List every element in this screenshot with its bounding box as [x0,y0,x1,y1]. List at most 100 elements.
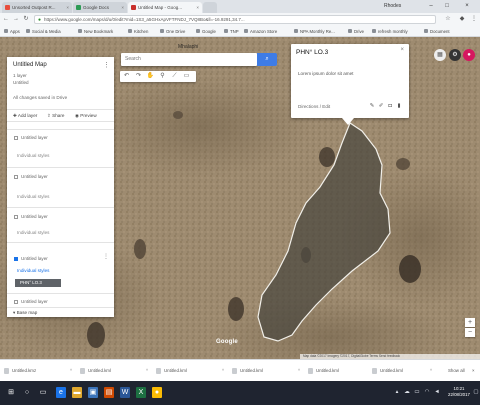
share-button[interactable]: ⇪ Share [47,113,64,119]
download-item[interactable]: Untitled.kml^ [80,366,150,376]
edit-icon[interactable]: ✐ [377,102,385,110]
back-icon[interactable]: ← [2,15,10,24]
layer-item[interactable]: Untitled layer [14,299,48,304]
feature-item[interactable]: PHN° LO.3 [15,279,61,287]
apps-grid-icon[interactable]: ▦ [434,49,446,61]
extension-icon[interactable]: ◆ [458,15,466,24]
redo-icon[interactable]: ↷ [133,71,144,82]
bookmark-item[interactable]: NPA Monthly Re... [294,28,335,35]
checkbox[interactable] [14,175,18,179]
map-toolbar: ↶ ↷ ✋ ⚲ ⟋ ▭ [120,71,196,82]
menu-icon[interactable]: ⋮ [470,15,478,24]
base-map-toggle[interactable]: ▾ Base map [13,310,37,316]
tab-close-icon[interactable]: × [196,2,199,13]
bookmark-item[interactable]: Amazon Store [244,28,277,35]
file-explorer-icon[interactable]: ▬ [72,387,82,398]
bookmark-item[interactable]: Document [424,28,450,35]
wifi-icon[interactable]: ◠ [423,388,431,396]
tab-close-icon[interactable]: × [121,2,124,13]
onedrive-icon[interactable]: ☁ [403,388,411,396]
tab-close-icon[interactable]: × [66,2,69,13]
checkbox[interactable] [14,257,18,261]
ruler-icon[interactable]: ▭ [181,71,192,82]
search-icon[interactable]: ○ [22,387,32,398]
close-shelf-icon[interactable]: × [472,366,475,376]
download-item[interactable]: Untitled.kml^ [156,366,226,376]
settings-icon[interactable]: ⚙ [449,49,461,61]
windows-start-icon[interactable]: ⊞ [6,387,16,398]
layer-options-icon[interactable]: ⋮ [103,253,109,260]
star-icon[interactable]: ☆ [444,15,452,24]
new-tab-button[interactable] [203,2,217,13]
download-item[interactable]: Untitled.kmz ^ [4,366,74,376]
layer-style[interactable]: Individual styles [17,194,49,199]
download-item[interactable]: Untitled.kml^ [308,366,378,376]
close-icon[interactable]: × [400,47,404,53]
checkbox[interactable] [14,215,18,219]
bookmark-item[interactable]: refresh monthly [372,28,408,35]
chrome-icon[interactable]: ● [152,387,162,398]
browser-tab[interactable]: Unsorted Outpost R... × [2,2,72,13]
notification-icon[interactable]: ▢ [472,388,480,396]
system-clock[interactable]: 10:21 22/08/2017 [447,386,471,398]
excel-icon[interactable]: X [136,387,146,398]
layer-item[interactable]: Untitled layer [14,256,48,261]
avatar[interactable]: ● [463,49,475,61]
line-icon[interactable]: ⟋ [169,71,180,82]
add-layer-button[interactable]: ✚ Add layer [13,113,37,119]
bookmark-item[interactable]: Drive [348,28,364,35]
task-view-icon[interactable]: ▭ [38,387,48,398]
hand-icon[interactable]: ✋ [145,71,156,82]
word-icon[interactable]: W [120,387,130,398]
reload-icon[interactable]: ↻ [22,15,30,24]
profile-name[interactable]: Rhodes [384,1,401,12]
maximize-icon[interactable]: □ [440,0,454,13]
volume-icon[interactable]: ◄ [433,388,441,396]
zoom-out-button[interactable]: − [465,328,475,337]
edge-icon[interactable]: e [56,387,66,398]
minimize-icon[interactable]: – [424,0,438,13]
popup-link[interactable]: Directions / Edit [298,104,330,109]
layer-item[interactable]: Untitled layer [14,135,48,140]
zoom-in-button[interactable]: + [465,318,475,327]
battery-icon[interactable]: ▭ [413,388,421,396]
office-icon[interactable]: ▤ [104,387,114,398]
file-icon [308,368,313,374]
undo-icon[interactable]: ↶ [121,71,132,82]
bookmark-item[interactable]: Social & Media [26,28,61,35]
bookmark-item[interactable]: One Drive [160,28,185,35]
url-input[interactable]: ● https://www.google.com/maps/d/u/0/edit… [34,15,436,24]
paint-icon[interactable]: ✎ [368,102,376,110]
search-button[interactable]: ⌕ [257,53,277,66]
layer-item[interactable]: Untitled layer [14,214,48,219]
google-logo: Google [216,339,238,345]
show-all-downloads[interactable]: Show all [448,366,465,376]
more-options-icon[interactable]: ⋮ [103,61,110,69]
forward-icon[interactable]: → [12,15,20,24]
preview-button[interactable]: ◉ Preview [75,113,97,119]
browser-tab-active[interactable]: Untitled Map - Goog... × [128,2,202,13]
layer-style-link[interactable]: Individual styles [17,268,49,273]
bookmark-item[interactable]: New Bookmark [78,28,113,35]
bookmark-item[interactable]: Kitchen [128,28,148,35]
checkbox[interactable] [14,300,18,304]
layer-style[interactable]: Individual styles [17,230,49,235]
network-icon[interactable]: ▴ [393,388,401,396]
bookmark-item[interactable]: Apps [4,28,20,35]
browser-tab[interactable]: Google Docs × [73,2,127,13]
bookmark-item[interactable]: TNP [224,28,239,35]
camera-icon[interactable]: ◘ [386,102,394,110]
bookmark-item[interactable]: Google [196,28,216,35]
layer-style[interactable]: Individual styles [17,153,49,158]
checkbox[interactable] [14,136,18,140]
map-title[interactable]: Untitled Map [13,62,47,68]
delete-icon[interactable]: ▮ [395,102,403,110]
download-item[interactable]: Untitled.kml^ [232,366,302,376]
layer-item[interactable]: Untitled layer [14,174,48,179]
store-icon[interactable]: ▣ [88,387,98,398]
map-search-input[interactable]: Search [121,53,257,66]
marker-icon[interactable]: ⚲ [157,71,168,82]
map-canvas[interactable]: Mhalaphi Search ⌕ ↶ ↷ ✋ ⚲ ⟋ ▭ ▦ ⚙ ● Unti… [0,37,480,359]
download-item[interactable]: Untitled.kml^ [372,366,434,376]
close-icon[interactable]: × [460,0,474,13]
